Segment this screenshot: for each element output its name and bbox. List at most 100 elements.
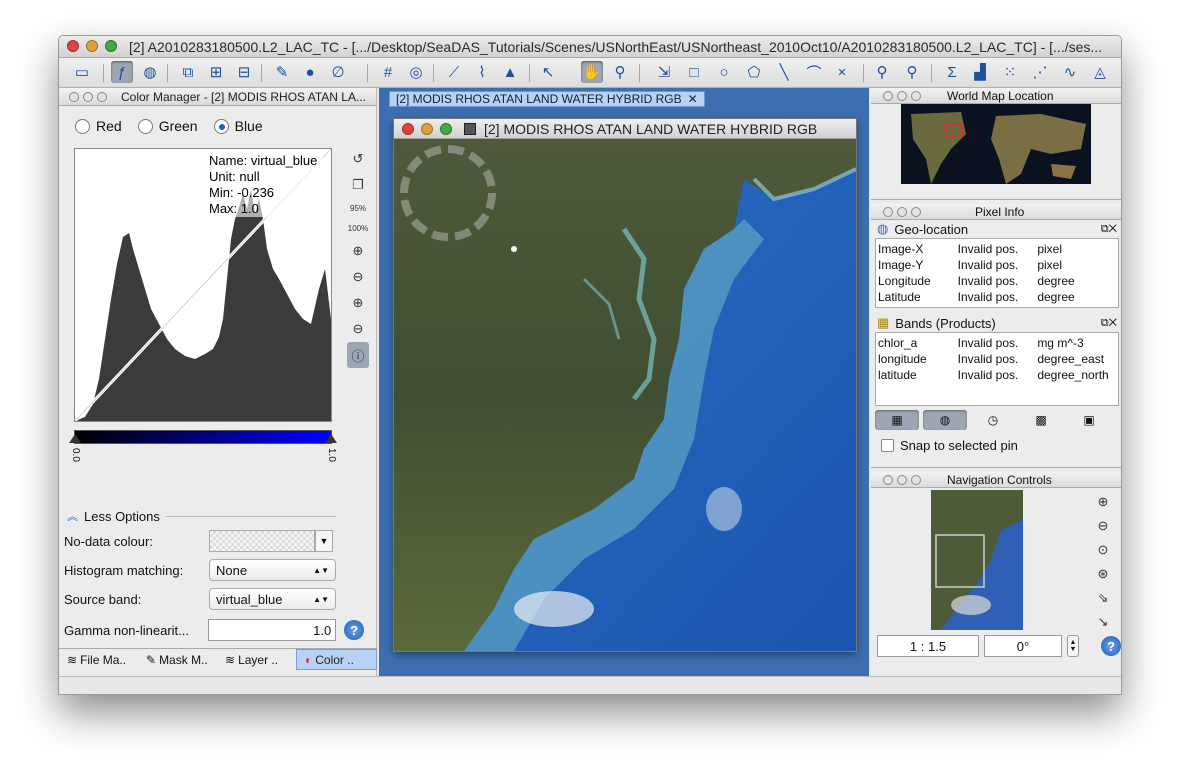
geo-toggle-icon[interactable]: ◍ [923,410,967,430]
zoom-100-button[interactable]: 100% [345,218,371,238]
collocate-icon[interactable]: ⊟ [233,61,255,83]
bands-toggle-icon[interactable]: ▦ [875,410,919,430]
close-window-button[interactable] [67,40,79,52]
copy-icon[interactable]: ❐ [345,172,371,198]
zoom-out-icon[interactable]: ⊖ [1092,514,1114,538]
time-toggle-icon[interactable]: ◷ [971,410,1015,430]
draw-line-icon[interactable]: ╲ [773,61,795,83]
reset-icon[interactable]: ↺ [345,146,371,172]
histogram-view[interactable]: Name: virtual_blue Unit: null Min: -0.23… [74,148,332,422]
tab-image-view[interactable]: [2] MODIS RHOS ATAN LAND WATER HYBRID RG… [389,91,705,107]
profile-plot-icon[interactable]: ⋰ [1029,61,1051,83]
pan-navigation-overlay[interactable] [400,145,496,241]
fingerprint-icon[interactable]: ◎ [405,61,427,83]
pane-minimize-button[interactable] [897,91,907,101]
pixel-pos-icon[interactable]: × [831,61,853,83]
zoom-in-horizontal-icon[interactable]: ⊕ [345,290,371,316]
edit-product-icon[interactable]: ⧉ [177,61,199,83]
pane-minimize-button[interactable] [897,207,907,217]
magic-wand-icon[interactable]: ⟋ [443,61,465,83]
radio-blue[interactable]: Blue [213,118,263,134]
scale-input[interactable]: 1 : 1.5 [877,635,979,657]
radio-red[interactable]: Red [75,118,122,134]
help-icon[interactable]: ? [344,620,365,640]
nodata-color-swatch[interactable] [209,530,315,552]
image-minimize-button[interactable] [421,123,433,135]
gamma-input[interactable]: 1.0 [207,619,337,641]
hist-match-select[interactable]: None ▲▼ [209,559,336,581]
tab-mask-manager[interactable]: ✎ Mask M.. [138,649,217,670]
sync-views-icon[interactable]: ⇘ [1092,586,1114,610]
open-folder-icon[interactable]: ▭ [71,61,93,83]
pane-float-button[interactable] [911,91,921,101]
pane-float-button[interactable] [911,475,921,485]
pane-minimize-button[interactable] [897,475,907,485]
max-slider-handle[interactable] [325,434,337,443]
rotation-stepper[interactable]: ▲ ▼ [1067,635,1079,657]
globe-grid-icon[interactable]: ◍ [139,61,161,83]
tab-file-manager[interactable]: ≋ File Ma.. [59,649,138,670]
histogram-icon[interactable]: ▟ [969,61,991,83]
chevron-down-icon[interactable]: ▼ [315,530,333,552]
zoom-pixel-icon[interactable]: ⊙ [1092,538,1114,562]
graticule-icon[interactable]: # [377,61,399,83]
pane-float-button[interactable] [97,92,107,102]
pin-placing-icon[interactable]: ⚲ [901,61,923,83]
world-map[interactable] [901,104,1091,194]
draw-ellipse-icon[interactable]: ○ [713,61,735,83]
draw-rectangle-icon[interactable]: □ [683,61,705,83]
flags-toggle-icon[interactable]: ▩ [1019,410,1063,430]
rotation-input[interactable]: 0° [984,635,1062,657]
tab-color-manager[interactable]: ◐ Color .. [296,649,377,670]
zoom-out-horizontal-icon[interactable]: ⊖ [345,316,371,342]
pane-close-button[interactable] [883,207,893,217]
snap-to-pin-checkbox[interactable]: Snap to selected pin [871,434,1121,456]
brush-icon[interactable]: ⌇ [471,61,493,83]
pin-manager-icon[interactable]: ⚲ [871,61,893,83]
gray-circle-icon[interactable]: ● [299,61,321,83]
satellite-image[interactable] [394,139,856,651]
navigation-thumbnail[interactable] [931,490,1023,630]
zoom-in-icon[interactable]: ⊕ [1092,490,1114,514]
radio-green[interactable]: Green [137,118,198,134]
less-options-toggle[interactable]: ︽ Less Options [67,508,336,524]
diameter-icon[interactable]: ∅ [327,61,349,83]
draw-polygon-icon[interactable]: ⬠ [743,61,765,83]
range-finder-icon[interactable]: ⇲ [653,61,675,83]
zoom-window-button[interactable] [105,40,117,52]
zoom-tool-icon[interactable]: ⚲ [609,61,631,83]
tab-layer-manager[interactable]: ≋ Layer .. [217,649,296,670]
pan-hand-icon[interactable]: ✋ [581,61,603,83]
sync-cursor-icon[interactable]: ↘ [1092,610,1114,634]
terrain-icon[interactable]: ▲ [499,61,521,83]
pencil-icon[interactable]: ✎ [271,61,293,83]
info-icon[interactable]: ⓘ [347,342,369,368]
scatter-plot-icon[interactable]: ⁙ [999,61,1021,83]
mosaic-icon[interactable]: ⊞ [205,61,227,83]
image-zoom-button[interactable] [440,123,452,135]
source-band-select[interactable]: virtual_blue ▲▼ [209,588,336,610]
min-slider-handle[interactable] [69,434,81,443]
band-maths-icon[interactable]: ƒ [111,61,133,83]
information-icon[interactable]: ◬ [1089,61,1111,83]
image-close-button[interactable] [402,123,414,135]
pane-close-button[interactable] [69,92,79,102]
tiepoints-toggle-icon[interactable]: ▣ [1067,410,1111,430]
close-tab-icon[interactable]: ✕ [688,92,698,106]
zoom-all-icon[interactable]: ⊛ [1092,562,1114,586]
select-arrow-icon[interactable]: ↖ [537,61,559,83]
zoom-in-vertical-icon[interactable]: ⊕ [345,238,371,264]
zoom-95-button[interactable]: 95% [345,198,371,218]
pane-close-button[interactable] [883,91,893,101]
spectrum-icon[interactable]: ∿ [1059,61,1081,83]
zoom-out-vertical-icon[interactable]: ⊖ [345,264,371,290]
float-close-icon[interactable]: ⧉✕ [1101,223,1117,236]
pane-float-button[interactable] [911,207,921,217]
minimize-window-button[interactable] [86,40,98,52]
pane-close-button[interactable] [883,475,893,485]
pane-minimize-button[interactable] [83,92,93,102]
statistics-icon[interactable]: Σ [941,61,963,83]
draw-polyline-icon[interactable]: ⌒ [803,61,825,83]
float-close-icon[interactable]: ⧉✕ [1101,317,1117,330]
help-icon[interactable]: ? [1101,636,1121,656]
